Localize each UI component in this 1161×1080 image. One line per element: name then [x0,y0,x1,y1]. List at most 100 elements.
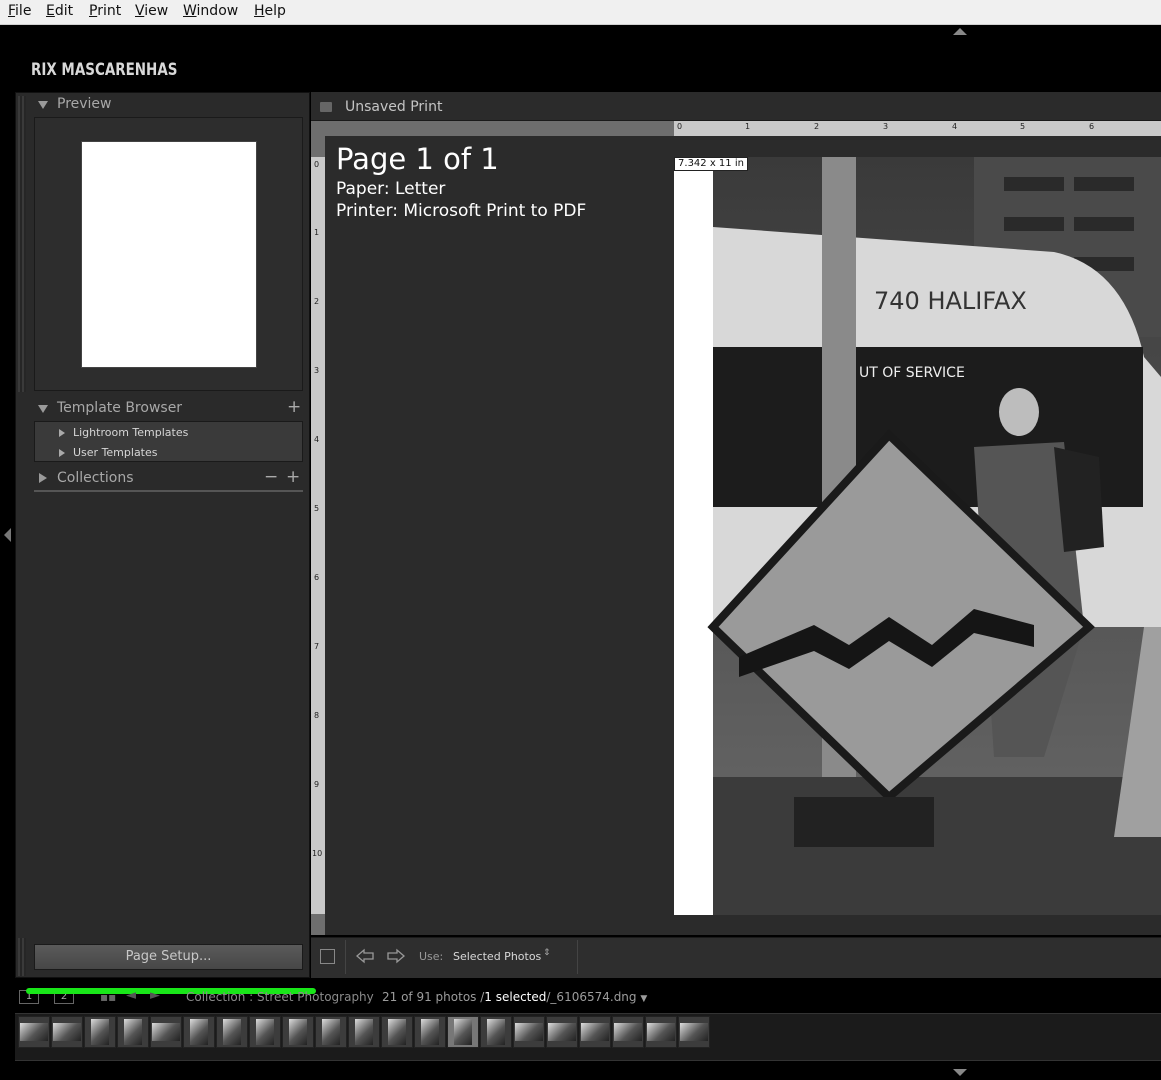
filmstrip-thumbnail[interactable] [579,1016,611,1048]
dropdown-arrows-icon[interactable]: ⇕ [543,948,551,958]
filmstrip-thumbnail[interactable] [447,1016,479,1048]
thumbnail-image [91,1019,109,1045]
thumbnail-image [20,1023,48,1041]
ruler-number: 1 [314,228,320,237]
ruler-number: 9 [314,780,320,789]
add-collection-icon[interactable]: + [286,467,300,487]
collapse-bottom-panel-icon[interactable] [953,1069,967,1076]
folder-triangle-icon[interactable] [59,449,65,457]
preview-panel-title[interactable]: Preview [57,96,112,112]
expand-triangle-icon[interactable] [38,101,48,109]
print-title: Unsaved Print [345,99,443,115]
filmstrip-thumbnail[interactable] [117,1016,149,1048]
remove-collection-icon[interactable]: − [264,467,278,487]
previous-page-arrow-icon[interactable] [355,948,375,964]
template-folder-lightroom[interactable]: Lightroom Templates [73,426,188,439]
menu-help[interactable]: Help [254,3,286,19]
thumbnail-image [680,1023,708,1041]
filmstrip-thumbnail[interactable] [513,1016,545,1048]
page-count: Page 1 of 1 [336,142,499,176]
ruler-number: 2 [814,122,820,131]
photo-count[interactable]: 21 of 91 photos /1 selected/_6106574.dng… [382,990,647,1004]
selected-count: 1 selected [484,990,547,1004]
collapse-triangle-icon[interactable] [39,473,47,483]
menu-edit[interactable]: Edit [46,3,73,19]
menu-file[interactable]: File [8,3,31,19]
filmstrip-thumbnail[interactable] [546,1016,578,1048]
filmstrip-thumbnail[interactable] [249,1016,281,1048]
ruler-number: 0 [314,160,320,169]
collections-panel-title[interactable]: Collections [57,470,134,486]
filmstrip-thumbnail[interactable] [678,1016,710,1048]
printer-info: Printer: Microsoft Print to PDF [336,201,587,221]
ruler-number: 4 [314,435,320,444]
forward-arrow-icon[interactable]: ► [150,988,160,1003]
filmstrip-thumbnail[interactable] [348,1016,380,1048]
thumbnail-image [614,1023,642,1041]
ruler-number: 8 [314,711,320,720]
collapse-top-panel-icon[interactable] [953,28,967,35]
ruler-number: 3 [314,366,320,375]
dropdown-arrow-icon[interactable]: ▼ [640,994,647,1004]
thumbnail-image [190,1019,208,1045]
toolbar-separator [345,940,346,974]
filmstrip-thumbnail[interactable] [315,1016,347,1048]
menu-window[interactable]: Window [183,3,238,19]
page-view-checkbox[interactable] [320,949,335,964]
thumbnail-image [256,1019,274,1045]
thumbnail-image [548,1023,576,1041]
printer-icon [320,102,332,112]
menu-bar: File Edit Print View Window Help [0,0,1161,25]
filmstrip-thumbnail[interactable] [414,1016,446,1048]
filmstrip-thumbnail[interactable] [216,1016,248,1048]
thumbnail-image [515,1023,543,1041]
thumbnail-image [454,1019,472,1045]
next-page-arrow-icon[interactable] [386,948,406,964]
filmstrip-thumbnail[interactable] [645,1016,677,1048]
panel-divider [34,490,303,492]
filmstrip-thumbnail[interactable] [183,1016,215,1048]
use-selector[interactable]: Selected Photos [453,950,541,963]
thumbnail-image [223,1019,241,1045]
filmstrip-thumbnail[interactable] [381,1016,413,1048]
filmstrip-thumbnail[interactable] [150,1016,182,1048]
expand-triangle-icon[interactable] [38,405,48,413]
filmstrip-thumbnail[interactable] [18,1016,50,1048]
ruler-number: 1 [745,122,751,131]
back-arrow-icon[interactable]: ◄ [126,988,136,1003]
filmstrip-thumbnail[interactable] [612,1016,644,1048]
photo-count-prefix: 21 of 91 photos / [382,990,485,1004]
thumbnail-image [53,1023,81,1041]
ruler-number: 10 [312,849,323,858]
add-template-icon[interactable]: + [287,397,301,417]
page-setup-button[interactable]: Page Setup... [34,944,303,970]
ruler-number: 5 [314,504,320,513]
panel-grip[interactable] [18,938,26,976]
grid-view-icon[interactable]: ▪▪ [100,990,116,1004]
thumbnail-image [388,1019,406,1045]
print-dimensions-label: 7.342 x 11 in [674,157,748,171]
page-info-overlay: Page 1 of 1 Paper: Letter Printer: Micro… [336,140,586,222]
thumbnail-image [355,1019,373,1045]
ruler-number: 5 [1020,122,1026,131]
filmstrip-thumbnail[interactable] [51,1016,83,1048]
folder-triangle-icon[interactable] [59,429,65,437]
photo-preview[interactable]: 740 HALIFAX UT OF SERVICE [674,157,1161,915]
template-browser-title[interactable]: Template Browser [57,400,182,416]
collapse-left-panel-icon[interactable] [4,528,11,542]
filmstrip-thumbnail[interactable] [282,1016,314,1048]
template-folder-user[interactable]: User Templates [73,446,158,459]
thumbnail-image [581,1023,609,1041]
ruler-number: 4 [952,122,958,131]
selected-filename: /_6106574.dng [546,990,637,1004]
filmstrip-thumbnail[interactable] [480,1016,512,1048]
menu-print[interactable]: Print [89,3,121,19]
ruler-number: 3 [883,122,889,131]
print-page[interactable]: 740 HALIFAX UT OF SERVICE [674,157,1161,915]
panel-grip[interactable] [18,96,26,392]
menu-view[interactable]: View [135,3,168,19]
ruler-number: 6 [314,573,320,582]
filmstrip-thumbnail[interactable] [84,1016,116,1048]
thumbnail-image [487,1019,505,1045]
collection-source[interactable]: Collection : Street Photography [186,990,374,1004]
